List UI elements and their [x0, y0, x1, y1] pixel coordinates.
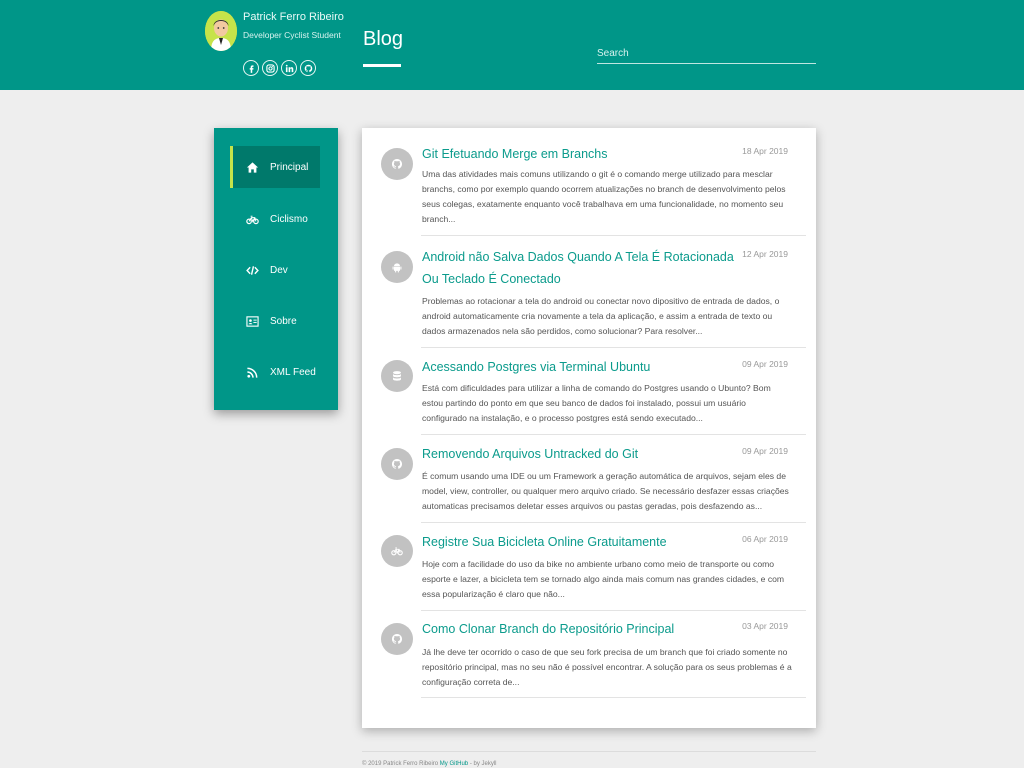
post-title-link[interactable]: Removendo Arquivos Untracked do Git	[422, 443, 747, 465]
post-excerpt: Hoje com a facilidade do uso da bike no …	[422, 559, 785, 599]
sidebar-item-dev[interactable]: Dev	[230, 249, 320, 291]
search-input[interactable]	[597, 44, 816, 64]
post-excerpt: Já lhe deve ter ocorrido o caso de que s…	[422, 647, 792, 687]
post-list: Git Efetuando Merge em Branchs 18 Apr 20…	[362, 128, 816, 728]
post-excerpt: É comum usando uma IDE ou um Framework a…	[422, 471, 789, 511]
footer-github-link[interactable]: My GitHub	[440, 761, 468, 767]
rss-icon	[244, 365, 260, 379]
post-date: 09 Apr 2019	[742, 446, 788, 456]
post-date: 18 Apr 2019	[742, 146, 788, 156]
github-icon	[381, 448, 413, 480]
post-title-link[interactable]: Git Efetuando Merge em Branchs	[422, 143, 747, 165]
android-icon	[381, 251, 413, 283]
sidebar-item-label: Principal	[270, 161, 309, 173]
post-title-link[interactable]: Android não Salva Dados Quando A Tela É …	[422, 246, 747, 290]
github-icon	[381, 148, 413, 180]
post-divider	[421, 697, 806, 698]
post-divider	[421, 434, 806, 435]
author-tagline: Developer Cyclist Student	[243, 30, 341, 40]
post-title-link[interactable]: Como Clonar Branch do Repositório Princi…	[422, 618, 747, 640]
sidebar-item-xml-feed[interactable]: XML Feed	[230, 351, 320, 393]
post-divider	[421, 610, 806, 611]
post-date: 03 Apr 2019	[742, 621, 788, 631]
post-divider	[421, 235, 806, 236]
sidebar-item-principal[interactable]: Principal	[230, 146, 320, 188]
post-excerpt: Problemas ao rotacionar a tela do androi…	[422, 296, 780, 336]
author-name: Patrick Ferro Ribeiro	[243, 11, 344, 23]
post-date: 12 Apr 2019	[742, 249, 788, 259]
sidebar-nav: Principal Ciclismo Dev Sobre XML Feed	[214, 128, 338, 410]
sidebar-item-sobre[interactable]: Sobre	[230, 300, 320, 342]
social-links	[243, 60, 316, 76]
avatar[interactable]	[205, 11, 237, 51]
github-icon[interactable]	[300, 60, 316, 76]
id-card-icon	[244, 314, 260, 328]
sidebar-item-label: Sobre	[270, 315, 297, 327]
footer-copyright: © 2019 Patrick Ferro Ribeiro	[362, 761, 439, 767]
database-icon	[381, 360, 413, 392]
footer: © 2019 Patrick Ferro Ribeiro My GitHub -…	[362, 761, 496, 767]
sidebar-item-label: Dev	[270, 264, 288, 276]
post-title-link[interactable]: Acessando Postgres via Terminal Ubuntu	[422, 356, 747, 378]
footer-divider	[362, 751, 816, 752]
bicycle-icon	[381, 535, 413, 567]
top-header: Patrick Ferro Ribeiro Developer Cyclist …	[0, 0, 1024, 90]
footer-credit: - by Jekyll	[469, 761, 497, 767]
post-excerpt: Uma das atividades mais comuns utilizand…	[422, 169, 786, 224]
page-title: Blog	[363, 28, 404, 50]
sidebar-item-label: Ciclismo	[270, 213, 308, 225]
post-excerpt: Está com dificuldades para utilizar a li…	[422, 383, 771, 423]
sidebar-item-label: XML Feed	[270, 366, 316, 378]
facebook-icon[interactable]	[243, 60, 259, 76]
sidebar-item-ciclismo[interactable]: Ciclismo	[230, 198, 320, 240]
linkedin-icon[interactable]	[281, 60, 297, 76]
post-divider	[421, 347, 806, 348]
bicycle-icon	[244, 212, 260, 226]
instagram-icon[interactable]	[262, 60, 278, 76]
post-date: 06 Apr 2019	[742, 534, 788, 544]
post-title-link[interactable]: Registre Sua Bicicleta Online Gratuitame…	[422, 531, 747, 553]
home-icon	[244, 160, 260, 174]
post-date: 09 Apr 2019	[742, 359, 788, 369]
post-divider	[421, 522, 806, 523]
code-icon	[244, 263, 260, 277]
title-underline	[363, 64, 401, 67]
github-icon	[381, 623, 413, 655]
